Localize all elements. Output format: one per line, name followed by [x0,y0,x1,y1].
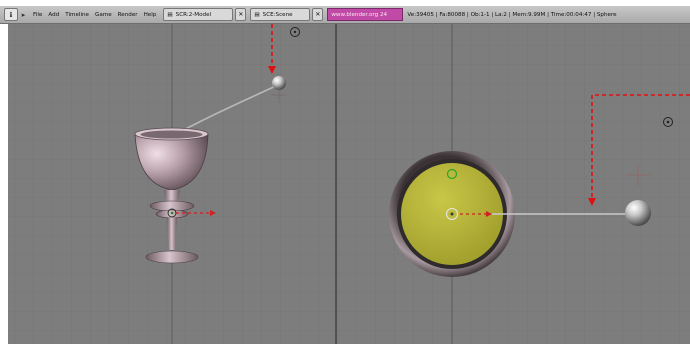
grid-floor [8,24,690,344]
window-type-icon[interactable]: ℹ [4,8,18,21]
info-header: ℹ ▸ File Add Timeline Game Render Help ▤… [0,6,690,24]
screen-selector[interactable]: ▤ SCR:2-Model [163,8,234,21]
active-file-field[interactable]: www.blender.org 24 [327,8,404,21]
scene-name: SCE:Scene [262,11,293,18]
blender-window: ℹ ▸ File Add Timeline Game Render Help ▤… [0,0,690,344]
menu-render[interactable]: Render [115,12,141,18]
menu-toggle-icon[interactable]: ▸ [20,9,27,20]
close-screen-icon[interactable]: ✕ [235,8,247,21]
menu-file[interactable]: File [30,12,45,18]
scene-selector[interactable]: ▤ SCE:Scene [250,8,311,21]
menu-timeline[interactable]: Timeline [62,12,92,18]
menu-add[interactable]: Add [45,12,62,18]
menu-game[interactable]: Game [92,12,115,18]
close-scene-icon[interactable]: ✕ [312,8,324,21]
screen-name: SCR:2-Model [175,11,212,18]
scene-menu-icon: ▤ [254,11,260,18]
viewport-canvas [8,24,690,344]
3d-viewport[interactable] [8,24,690,344]
screen-menu-icon: ▤ [167,11,173,18]
scene-stats: Ve:39405 | Fa:80088 | Ob:1-1 | La:2 | Me… [407,11,617,18]
menu-help[interactable]: Help [141,12,160,18]
active-file-label: www.blender.org 24 [331,11,388,18]
sphere-object-right[interactable] [625,200,651,226]
